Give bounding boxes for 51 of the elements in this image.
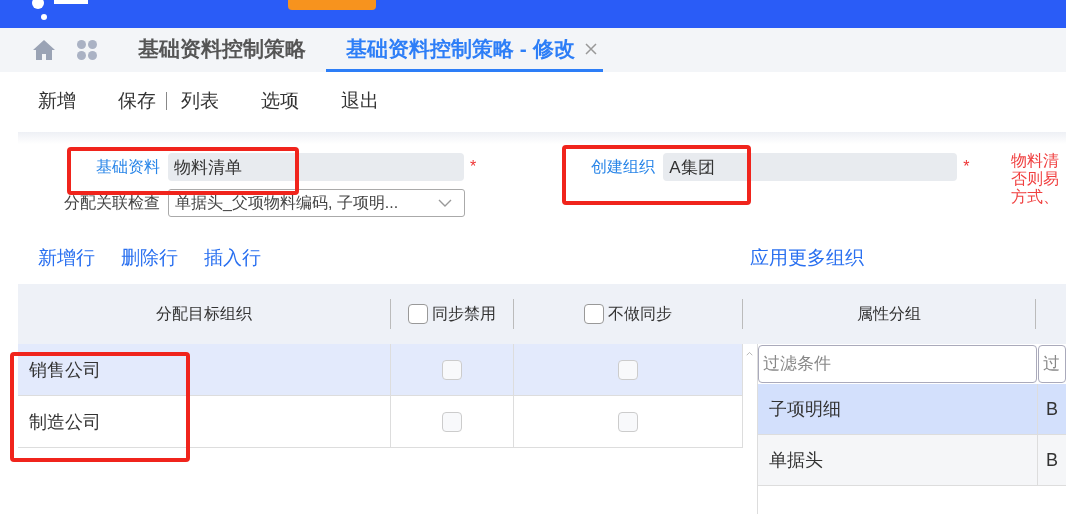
toolbar-button[interactable]: 选项 [249, 84, 311, 118]
column-label: 不做同步 [608, 303, 672, 324]
dropdown-field[interactable]: 单据头_父项物料编码, 子项明... [168, 189, 465, 217]
tab[interactable]: 基础资料控制策略 [118, 28, 312, 72]
checkbox[interactable] [618, 359, 638, 380]
table-cell-text: 销售公司 [29, 358, 101, 382]
checkbox[interactable] [584, 304, 604, 324]
note-text: 方式、 [1011, 188, 1059, 206]
toolbar-button[interactable]: 列表 [169, 84, 231, 118]
toolbar-button[interactable]: 退出 [329, 84, 391, 118]
apps-icon[interactable] [76, 39, 98, 61]
table-cell: B [1046, 449, 1058, 470]
table-cell-text: 单据头 [769, 449, 823, 472]
column-label: 分配目标组织 [156, 303, 252, 324]
field-label: 分配关联检查 [63, 192, 160, 213]
more-orgs-link[interactable]: 应用更多组织 [738, 243, 876, 273]
row-action-link[interactable]: 插入行 [192, 243, 273, 273]
table-cell-text: 子项明细 [769, 398, 841, 421]
table-row[interactable]: 销售公司 [18, 344, 743, 396]
filter-field[interactable]: 过滤条件 [758, 345, 1037, 383]
checkbox[interactable] [618, 411, 638, 432]
home-icon[interactable] [32, 39, 56, 61]
toolbar-button[interactable]: 保存 [106, 84, 168, 118]
field-label-link[interactable]: 创建组织 [565, 156, 656, 178]
tab-label: 基础资料控制策略 [138, 35, 306, 62]
note-text: 物料清 [1011, 152, 1059, 170]
note-text: 否则易 [1011, 170, 1059, 188]
column-label: 同步禁用 [432, 303, 496, 324]
checkbox[interactable] [408, 304, 428, 324]
chevron-down-icon [438, 199, 452, 207]
table-row[interactable]: 子项明细 B [758, 384, 1066, 435]
tab-label: 基础资料控制策略 - 修改 [346, 35, 575, 62]
row-action-link[interactable]: 新增行 [26, 243, 107, 273]
checkbox[interactable] [442, 411, 462, 432]
row-action-link[interactable]: 删除行 [109, 243, 190, 273]
scroll-up-icon[interactable] [746, 350, 753, 357]
required-mark: * [963, 158, 970, 176]
table-row[interactable]: 单据头 B [758, 435, 1066, 486]
checkbox[interactable] [442, 359, 462, 380]
table-cell: B [1046, 398, 1058, 419]
column-label: 属性分组 [857, 303, 921, 324]
readonly-field: A集团 [663, 153, 958, 181]
tab[interactable]: 基础资料控制策略 - 修改 [326, 28, 603, 72]
required-mark: * [470, 158, 477, 176]
filter-field[interactable]: 过 [1038, 345, 1066, 383]
table-cell-text: 制造公司 [29, 410, 101, 434]
field-label-link[interactable]: 基础资料 [0, 156, 160, 178]
toolbar-button[interactable]: 新增 [26, 84, 88, 118]
readonly-field: 物料清单 [168, 153, 464, 181]
table-row[interactable]: 制造公司 [18, 396, 743, 448]
close-icon[interactable] [584, 42, 597, 55]
